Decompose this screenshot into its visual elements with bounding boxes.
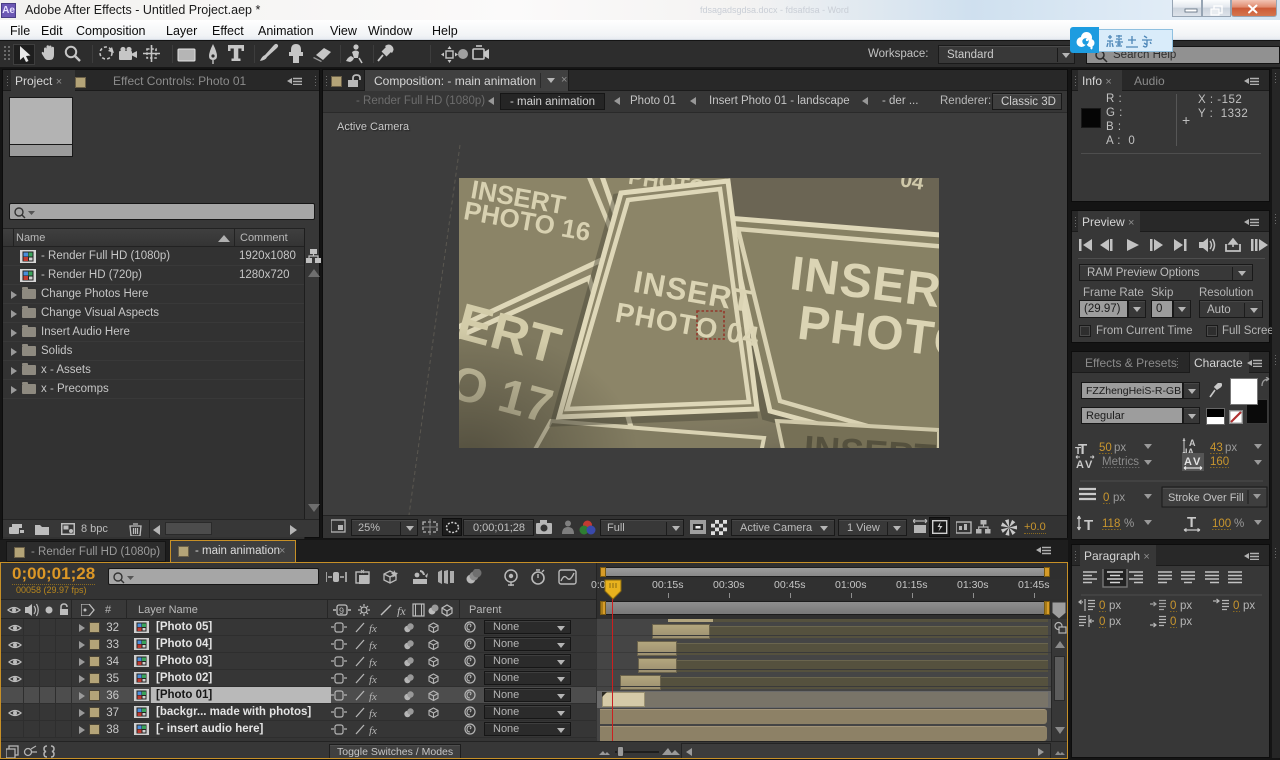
svg-text:px: px [1180,616,1192,628]
svg-text:T: T [1187,514,1196,531]
svg-text:px: px [1243,600,1255,612]
svg-text:px: px [1109,600,1121,612]
svg-text:T: T [1084,517,1093,534]
svg-text:V: V [1193,456,1201,468]
svg-text:px: px [1109,616,1121,628]
svg-text:160: 160 [1210,456,1229,468]
svg-text:%: % [1234,518,1244,530]
svg-text:0: 0 [1170,616,1176,628]
svg-text:0: 0 [1233,600,1239,612]
svg-text:9: 9 [339,606,344,616]
svg-text:T: T [1075,446,1081,457]
svg-text:100: 100 [1212,518,1231,530]
svg-text:0: 0 [1099,616,1105,628]
svg-text:0: 0 [1170,600,1176,612]
svg-text:px: px [1225,442,1237,454]
svg-text:0: 0 [1103,492,1109,504]
svg-text:0: 0 [1099,600,1105,612]
svg-text:fx: fx [397,604,406,617]
svg-text:Stroke Over Fill: Stroke Over Fill [1168,492,1244,504]
svg-text:A: A [1184,456,1192,468]
svg-text:43: 43 [1210,442,1223,454]
svg-text:px: px [1180,600,1192,612]
svg-text:Metrics: Metrics [1102,456,1139,468]
svg-text:%: % [1124,518,1134,530]
svg-text:A: A [1076,459,1084,471]
svg-text:118: 118 [1102,518,1120,530]
svg-text:50: 50 [1099,442,1112,454]
svg-text:px: px [1113,492,1125,504]
svg-text:px: px [1114,442,1126,454]
svg-text:V: V [1085,459,1093,471]
